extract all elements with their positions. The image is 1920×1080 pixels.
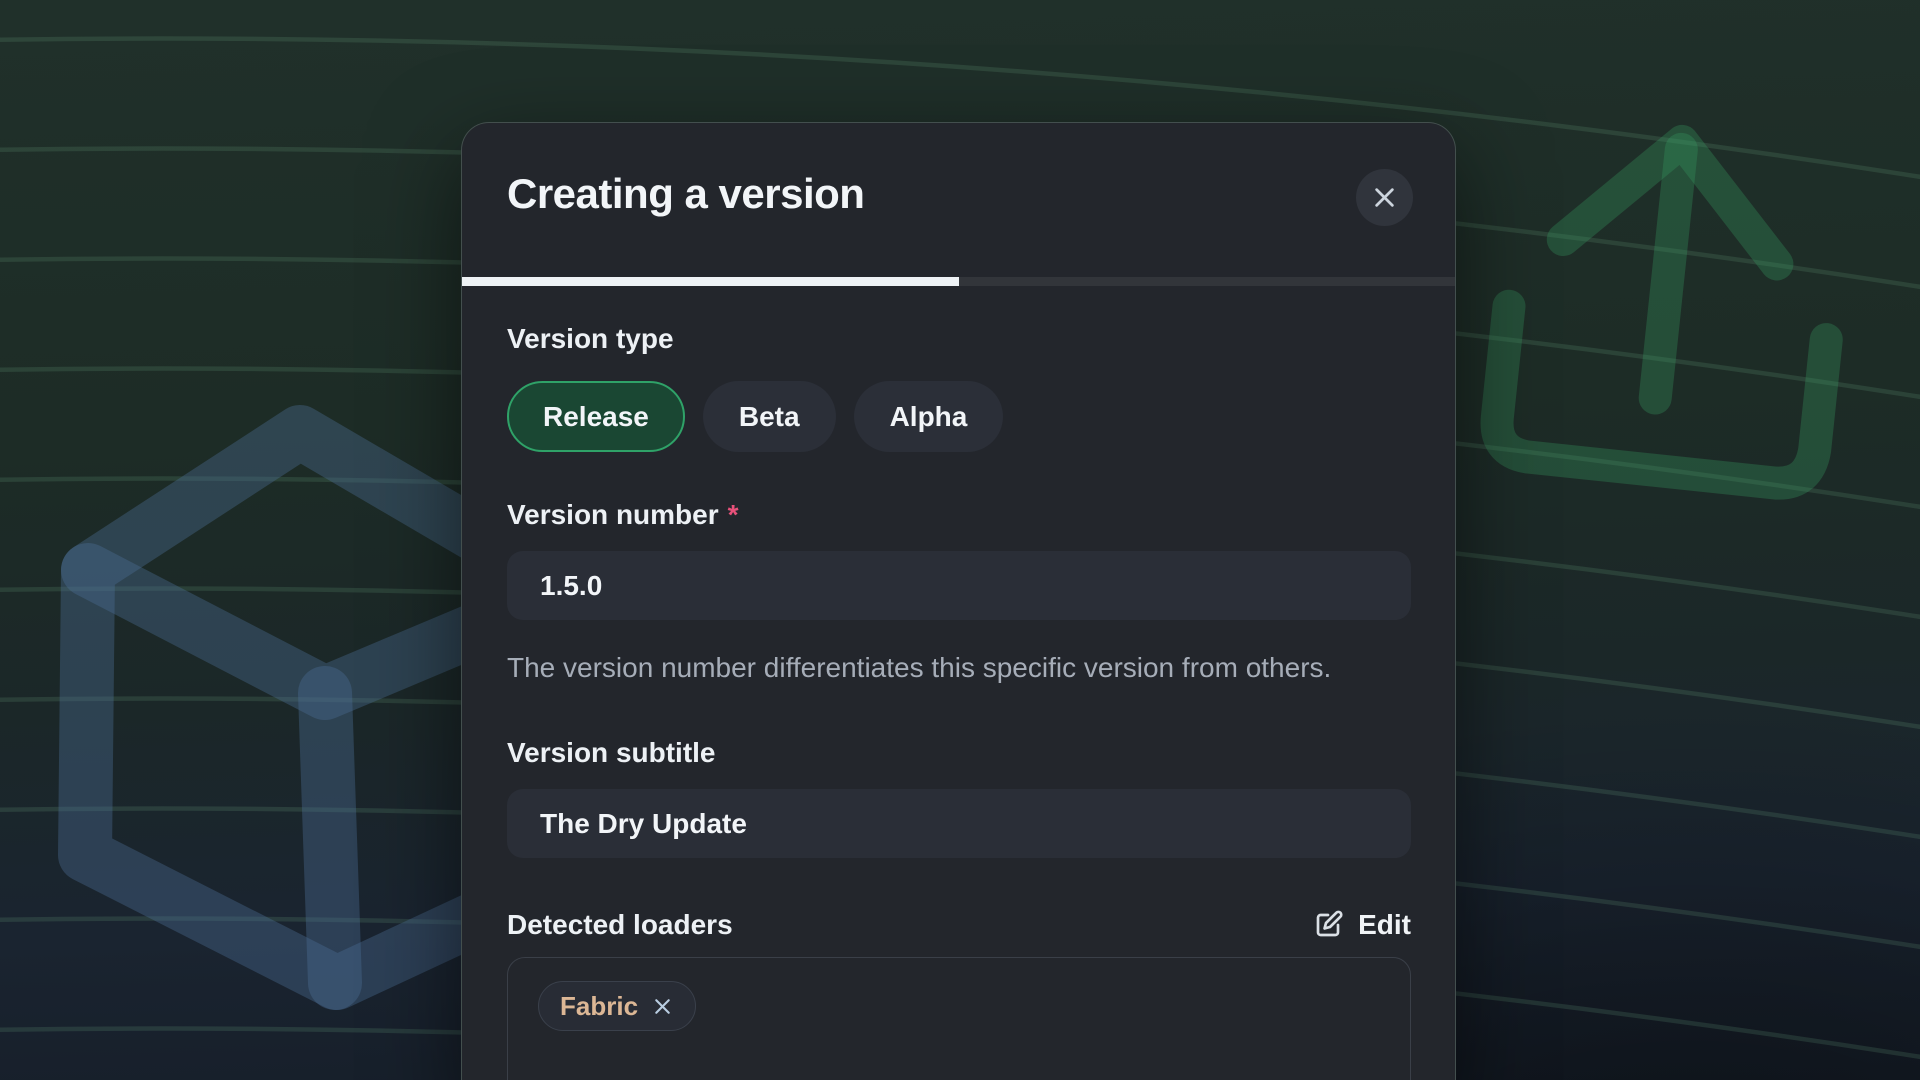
required-asterisk: * <box>728 499 739 530</box>
detected-loaders-row: Detected loaders Edit <box>507 908 1411 941</box>
close-icon <box>1371 184 1398 211</box>
version-type-options: Release Beta Alpha <box>507 381 1411 452</box>
progress-bar-fill <box>462 277 959 286</box>
edit-button-label: Edit <box>1358 909 1411 941</box>
version-type-label: Version type <box>507 322 1411 355</box>
progress-track <box>462 277 1455 286</box>
chip-remove-button[interactable] <box>651 995 674 1018</box>
version-number-label: Version number * <box>507 498 1411 531</box>
loader-chip-label: Fabric <box>560 991 638 1022</box>
edit-icon <box>1312 909 1344 941</box>
version-number-help: The version number differentiates this s… <box>507 648 1352 688</box>
type-option-beta[interactable]: Beta <box>703 381 836 452</box>
type-option-alpha[interactable]: Alpha <box>854 381 1004 452</box>
create-version-modal: Creating a version Version type Release … <box>461 122 1456 1080</box>
page-background: Creating a version Version type Release … <box>0 0 1920 1080</box>
modal-body: Version type Release Beta Alpha Version … <box>462 286 1455 1080</box>
version-number-label-text: Version number <box>507 499 719 530</box>
detected-loaders-label: Detected loaders <box>507 908 733 941</box>
loader-chip: Fabric <box>538 981 696 1031</box>
upload-icon <box>1494 125 1846 487</box>
modal-title: Creating a version <box>507 170 864 218</box>
version-subtitle-label: Version subtitle <box>507 736 1411 769</box>
type-option-release[interactable]: Release <box>507 381 685 452</box>
modal-header: Creating a version <box>462 123 1455 277</box>
chip-remove-icon <box>651 995 674 1018</box>
loaders-box: Fabric <box>507 957 1411 1080</box>
version-number-input[interactable] <box>507 551 1411 620</box>
close-button[interactable] <box>1356 169 1413 226</box>
version-subtitle-input[interactable] <box>507 789 1411 858</box>
edit-loaders-button[interactable]: Edit <box>1312 909 1411 941</box>
